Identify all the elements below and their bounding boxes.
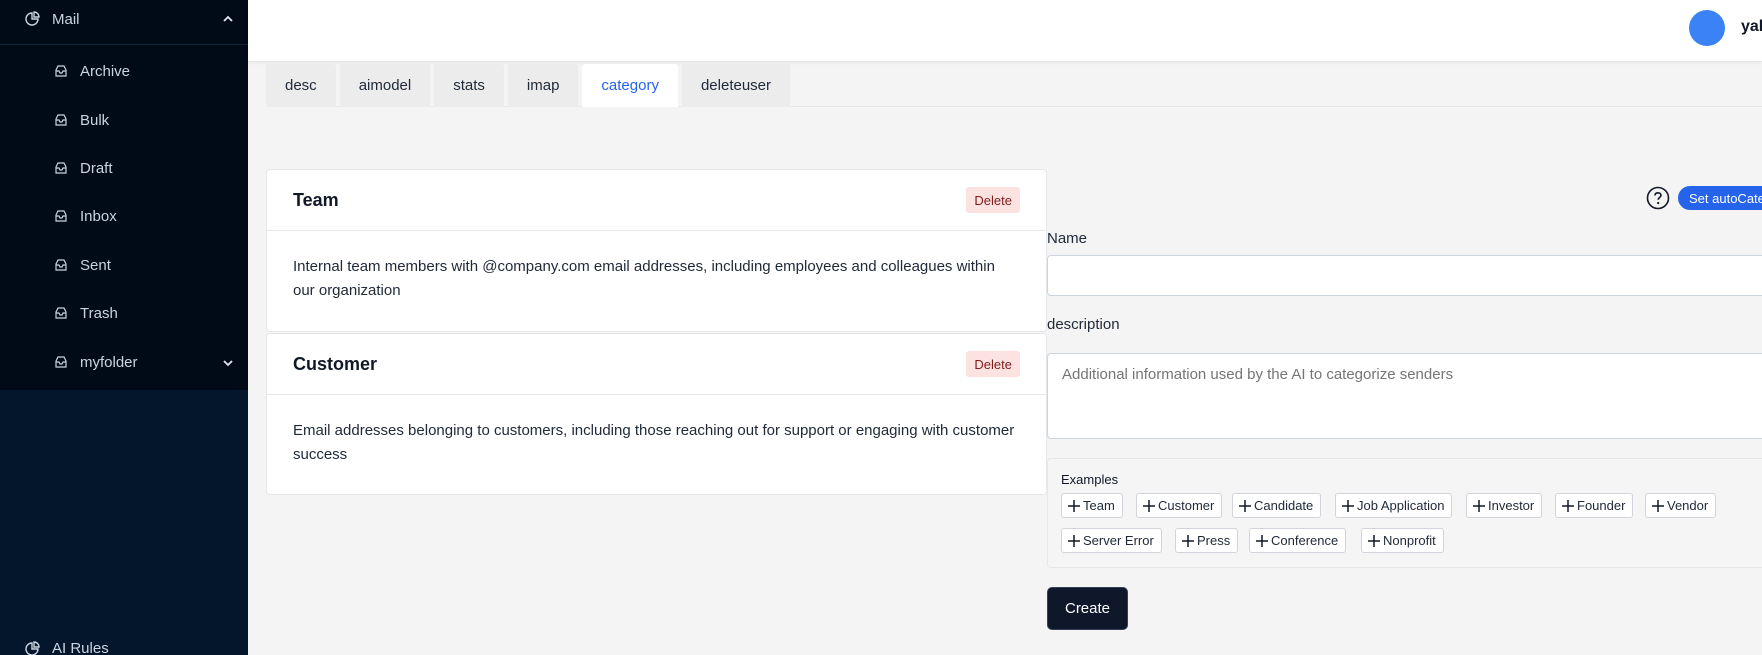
plus-icon: [1067, 499, 1081, 513]
sidebar-divider: [0, 44, 248, 45]
example-chip-label: Founder: [1577, 498, 1626, 513]
sidebar-item-label: Archive: [80, 62, 131, 80]
sidebar-item-label: Bulk: [80, 111, 110, 129]
plus-icon: [1238, 499, 1252, 513]
sidebar-item-ai-rules[interactable]: AI Rules: [24, 640, 109, 655]
example-chip-server-error[interactable]: Server Error: [1061, 528, 1162, 553]
example-chip-customer[interactable]: Customer: [1136, 493, 1223, 518]
description-label: description: [1047, 316, 1120, 333]
example-chip-label: Investor: [1488, 498, 1535, 513]
inbox-icon: [54, 209, 68, 223]
create-button[interactable]: Create: [1047, 587, 1128, 630]
example-chip-team[interactable]: Team: [1061, 493, 1123, 518]
inbox-icon: [54, 306, 68, 320]
sidebar-item-label: Inbox: [80, 207, 117, 225]
category-description: Internal team members with @company.com …: [293, 258, 995, 299]
sidebar-item-bulk[interactable]: Bulk: [54, 108, 234, 132]
example-chip-label: Server Error: [1083, 533, 1154, 548]
inbox-icon: [54, 113, 68, 127]
description-input[interactable]: [1047, 353, 1762, 439]
example-chip-label: Job Application: [1357, 498, 1445, 513]
username[interactable]: yak: [1741, 18, 1762, 36]
chevron-down-icon[interactable]: [222, 356, 234, 373]
example-chip-press[interactable]: Press: [1175, 528, 1239, 553]
inbox-icon: [54, 355, 68, 369]
examples-panel: Examples Team Customer Candidate Job App…: [1047, 458, 1762, 568]
plus-icon: [1341, 499, 1355, 513]
sidebar-item-draft[interactable]: Draft: [54, 156, 234, 180]
plus-icon: [1561, 499, 1575, 513]
avatar[interactable]: [1689, 10, 1725, 46]
example-chip-label: Press: [1197, 533, 1231, 548]
plus-icon: [1367, 534, 1381, 548]
sidebar-item-myfolder[interactable]: myfolder: [54, 350, 234, 374]
example-chip-label: Conference: [1271, 533, 1339, 548]
inbox-icon: [54, 258, 68, 272]
inbox-icon: [54, 161, 68, 175]
example-chip-nonprofit[interactable]: Nonprofit: [1361, 528, 1444, 553]
name-input[interactable]: [1047, 255, 1762, 296]
example-chip-investor[interactable]: Investor: [1466, 493, 1543, 518]
sidebar-item-inbox[interactable]: Inbox: [54, 204, 234, 228]
plus-icon: [1181, 534, 1195, 548]
sidebar: Mail Archive Bulk Draft Inbox Sent Trash…: [0, 0, 248, 655]
tab-category[interactable]: category: [582, 64, 678, 107]
inbox-icon: [54, 64, 68, 78]
sidebar-item-archive[interactable]: Archive: [54, 59, 234, 83]
category-card-team: Team Delete Internal team members with @…: [266, 169, 1047, 332]
sidebar-item-label: Draft: [80, 159, 113, 177]
plus-icon: [1255, 534, 1269, 548]
tab-aimodel[interactable]: aimodel: [339, 64, 431, 107]
category-card-customer: Customer Delete Email addresses belongin…: [266, 333, 1047, 495]
plus-icon: [1651, 499, 1665, 513]
example-chip-label: Nonprofit: [1383, 533, 1436, 548]
category-card-header: Team Delete: [267, 170, 1046, 231]
example-chip-label: Vendor: [1667, 498, 1709, 513]
set-autocategorize-button[interactable]: Set autoCategorize: [1678, 186, 1762, 210]
category-card-header: Customer Delete: [267, 334, 1046, 395]
delete-category-button[interactable]: Delete: [966, 351, 1020, 377]
plus-icon: [1067, 534, 1081, 548]
example-chip-job-application[interactable]: Job Application: [1335, 493, 1453, 518]
sidebar-item-label: Mail: [52, 10, 80, 28]
sidebar-item-sent[interactable]: Sent: [54, 253, 234, 277]
tab-deleteuser[interactable]: deleteuser: [681, 64, 791, 107]
top-header: [248, 0, 1762, 62]
examples-title: Examples: [1061, 472, 1119, 487]
category-title: Customer: [293, 354, 378, 374]
tab-imap[interactable]: imap: [507, 64, 579, 107]
plus-icon: [1472, 499, 1486, 513]
sidebar-item-mail[interactable]: Mail: [24, 0, 234, 38]
example-chip-conference[interactable]: Conference: [1249, 528, 1347, 553]
tab-desc[interactable]: desc: [266, 64, 336, 107]
chevron-up-icon[interactable]: [222, 12, 234, 29]
name-label: Name: [1047, 230, 1088, 247]
example-chip-label: Candidate: [1254, 498, 1314, 513]
plus-icon: [1142, 499, 1156, 513]
example-chip-vendor[interactable]: Vendor: [1645, 493, 1717, 518]
tab-stats[interactable]: stats: [434, 64, 504, 107]
sidebar-item-label: Trash: [80, 304, 118, 322]
sidebar-item-trash[interactable]: Trash: [54, 301, 234, 325]
sidebar-item-label: AI Rules: [52, 640, 109, 655]
example-chip-candidate[interactable]: Candidate: [1232, 493, 1322, 518]
example-chip-label: Team: [1083, 498, 1115, 513]
question-circle-icon[interactable]: [1646, 186, 1670, 210]
sidebar-item-label: myfolder: [80, 353, 138, 371]
sidebar-item-label: Sent: [80, 256, 111, 274]
pie-chart-icon: [24, 640, 40, 655]
example-chip-founder[interactable]: Founder: [1555, 493, 1634, 518]
tab-bar: desc aimodel stats imap category deleteu…: [266, 64, 1762, 107]
category-description: Email addresses belonging to customers, …: [293, 422, 1015, 463]
pie-chart-icon: [24, 11, 40, 27]
delete-category-button[interactable]: Delete: [966, 187, 1020, 213]
example-chip-label: Customer: [1158, 498, 1215, 513]
category-title: Team: [293, 190, 339, 210]
